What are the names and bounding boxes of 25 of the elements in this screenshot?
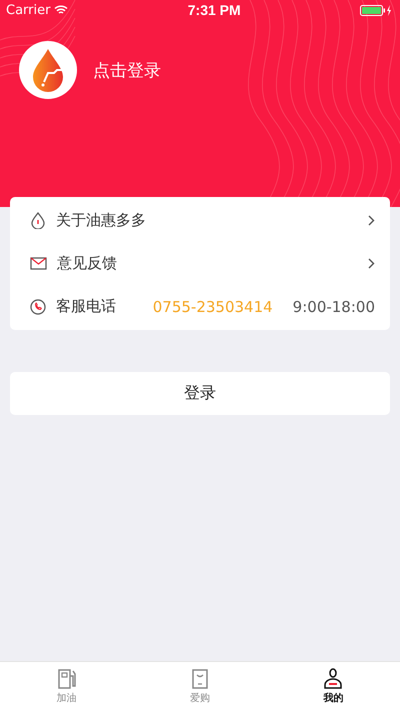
menu-label: 意见反馈: [57, 254, 118, 273]
phone-icon: [30, 298, 46, 314]
phone-bag-icon: [190, 668, 209, 690]
battery-icon: [360, 4, 394, 16]
fuel-pump-icon: [56, 668, 77, 690]
login-prompt[interactable]: 点击登录: [93, 58, 161, 82]
menu-label: 关于油惠多多: [56, 211, 147, 230]
chevron-icon: [368, 215, 375, 226]
login-button[interactable]: 登录: [10, 372, 390, 415]
tab[interactable]: 加油: [0, 662, 134, 710]
info-drop-icon: [30, 212, 46, 229]
user-icon: [323, 668, 344, 690]
menu-item[interactable]: 关于油惠多多: [10, 199, 390, 242]
menu-item[interactable]: 意见反馈: [10, 242, 390, 285]
tab[interactable]: 我的: [266, 662, 400, 710]
fuel-drop-logo-icon: [31, 48, 65, 92]
wifi-icon: [54, 5, 68, 15]
envelope-icon: [30, 257, 47, 270]
menu-item[interactable]: 客服电话 0755-23503414 9:00-18:00: [10, 285, 390, 328]
chevron-icon: [368, 258, 375, 269]
menu-label: 客服电话: [56, 297, 117, 316]
carrier-label: Carrier: [6, 2, 50, 18]
tab[interactable]: 爱购: [133, 662, 267, 710]
service-hours: 9:00-18:00: [292, 298, 375, 316]
clock-time: 7:31 PM: [188, 2, 241, 18]
